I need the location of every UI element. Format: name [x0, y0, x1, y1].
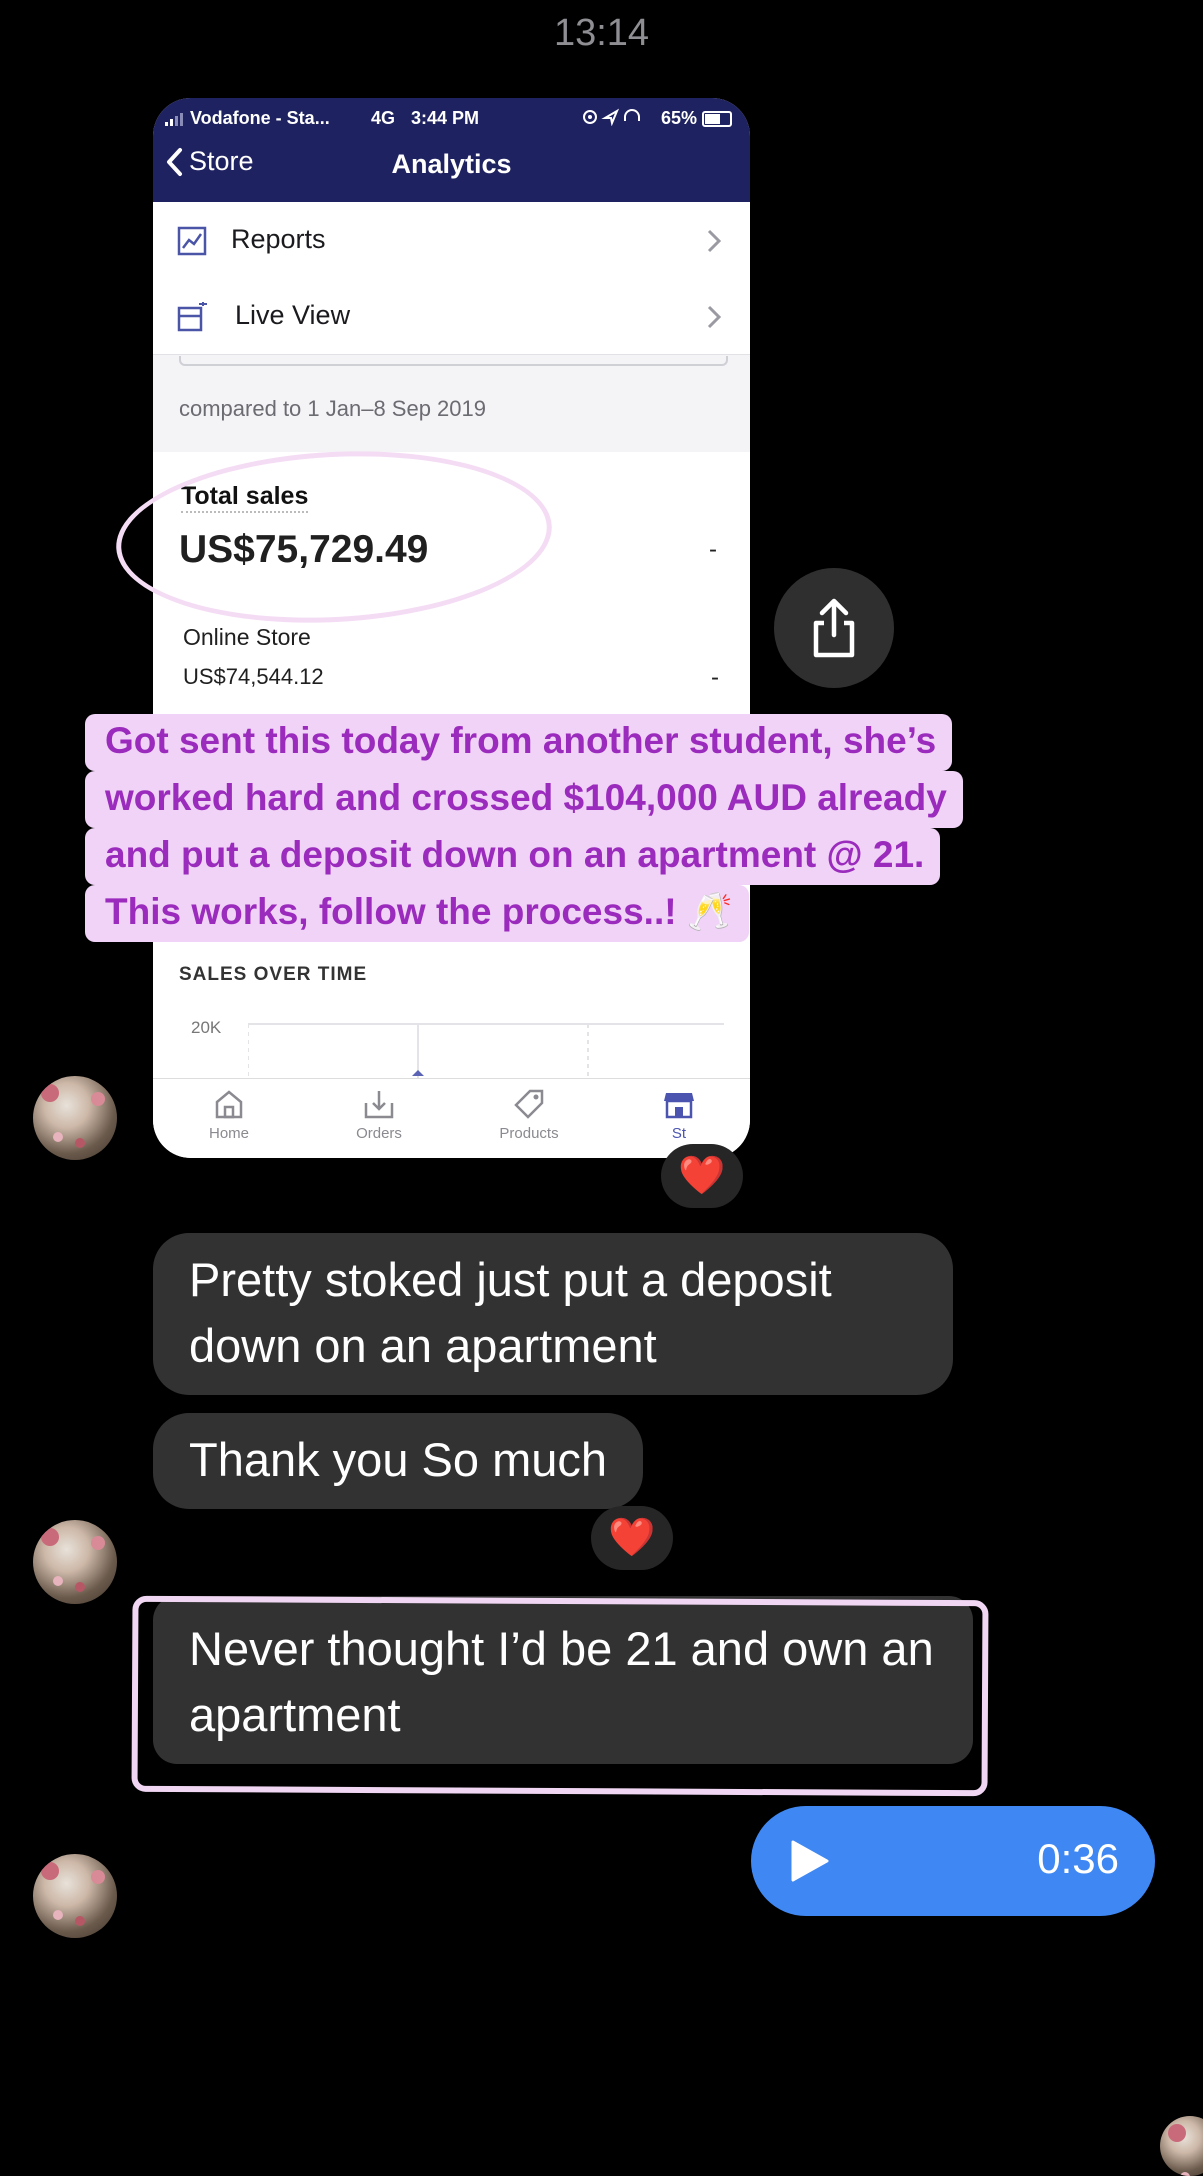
tab-label: St [671, 1125, 687, 1142]
total-sales-change: - [709, 536, 717, 563]
battery-label: 65% [661, 108, 733, 129]
tab-store[interactable]: St [629, 1087, 729, 1142]
message-bubble[interactable]: Thank you So much [153, 1413, 643, 1509]
online-store-change: - [711, 664, 719, 691]
analytics-title: Analytics [391, 149, 512, 179]
message-reaction[interactable]: ❤️ [591, 1506, 673, 1570]
carrier-text: Vodafone - Sta... [190, 108, 330, 128]
carrier-label: Vodafone - Sta... [165, 108, 330, 129]
signal-icon [165, 113, 183, 127]
play-icon[interactable] [789, 1839, 831, 1883]
chart-tick-label: 20K [191, 1018, 222, 1037]
avatar[interactable] [33, 1076, 117, 1160]
online-store-label: Online Store [183, 624, 311, 650]
heart-icon: ❤️ [608, 1517, 656, 1559]
caption-line: and put a deposit down on an apartment @… [85, 828, 941, 885]
analytics-nav-bar: Vodafone - Sta... 4G 3:44 PM 65% Store A… [153, 98, 750, 202]
reports-icon [177, 226, 207, 256]
caption-line: worked hard and crossed $104,000 AUD alr… [85, 771, 963, 828]
story-caption: Got sent this today from another student… [85, 714, 1145, 942]
tab-label: Products [499, 1125, 559, 1142]
message-text: Thank you So much [189, 1433, 607, 1486]
avatar[interactable] [1160, 2116, 1203, 2176]
phone-status-bar: Vodafone - Sta... 4G 3:44 PM 65% [153, 104, 750, 134]
menu-row-reports[interactable]: Reports [153, 202, 750, 279]
message-text: Pretty stoked just put a deposit down on… [189, 1253, 832, 1372]
products-icon [514, 1089, 544, 1119]
network-label: 4G [371, 108, 396, 128]
audio-message[interactable]: 0:36 [751, 1806, 1155, 1916]
tab-label: Home [208, 1125, 249, 1142]
avatar[interactable] [33, 1520, 117, 1604]
caption-line: This works, follow the process..! 🥂 [85, 885, 749, 942]
tab-orders[interactable]: Orders [329, 1087, 429, 1142]
tab-products[interactable]: Products [479, 1087, 579, 1142]
menu-label: Live View [235, 300, 351, 330]
status-time: 13:14 [553, 12, 650, 54]
shared-image[interactable]: Vodafone - Sta... 4G 3:44 PM 65% Store A… [153, 98, 750, 1158]
battery-icon [702, 111, 733, 128]
location-headphone-icons [583, 108, 640, 127]
heart-icon: ❤️ [678, 1155, 726, 1197]
status-icons [581, 108, 645, 131]
battery-percent: 65% [661, 108, 698, 128]
online-store-value: US$74,544.12 [183, 664, 324, 689]
phone-time: 3:44 PM [411, 108, 480, 128]
chevron-right-icon [707, 229, 722, 253]
live-view-icon [177, 302, 207, 332]
caption-line: Got sent this today from another student… [85, 714, 953, 771]
message-highlight-frame [131, 1595, 989, 1797]
avatar[interactable] [33, 1854, 117, 1938]
store-icon [664, 1093, 694, 1119]
tab-label: Orders [356, 1125, 402, 1142]
menu-label: Reports [231, 224, 326, 254]
share-button[interactable] [774, 568, 894, 688]
tab-home[interactable]: Home [179, 1087, 279, 1142]
sales-over-time-title: SALES OVER TIME [179, 964, 368, 985]
audio-duration: 0:36 [1037, 1835, 1119, 1882]
share-icon [813, 598, 855, 658]
compared-text: compared to 1 Jan–8 Sep 2019 [179, 396, 487, 421]
bottom-tab-bar: Home Orders Products St [153, 1078, 750, 1158]
menu-row-live-view[interactable]: Live View [153, 278, 750, 355]
orders-icon [364, 1091, 394, 1119]
chevron-right-icon [707, 305, 722, 329]
image-reaction[interactable]: ❤️ [661, 1144, 743, 1208]
chart-gridlines [248, 1023, 724, 1078]
date-picker-edge [179, 356, 728, 366]
home-icon [215, 1090, 243, 1119]
message-bubble[interactable]: Pretty stoked just put a deposit down on… [153, 1233, 953, 1395]
